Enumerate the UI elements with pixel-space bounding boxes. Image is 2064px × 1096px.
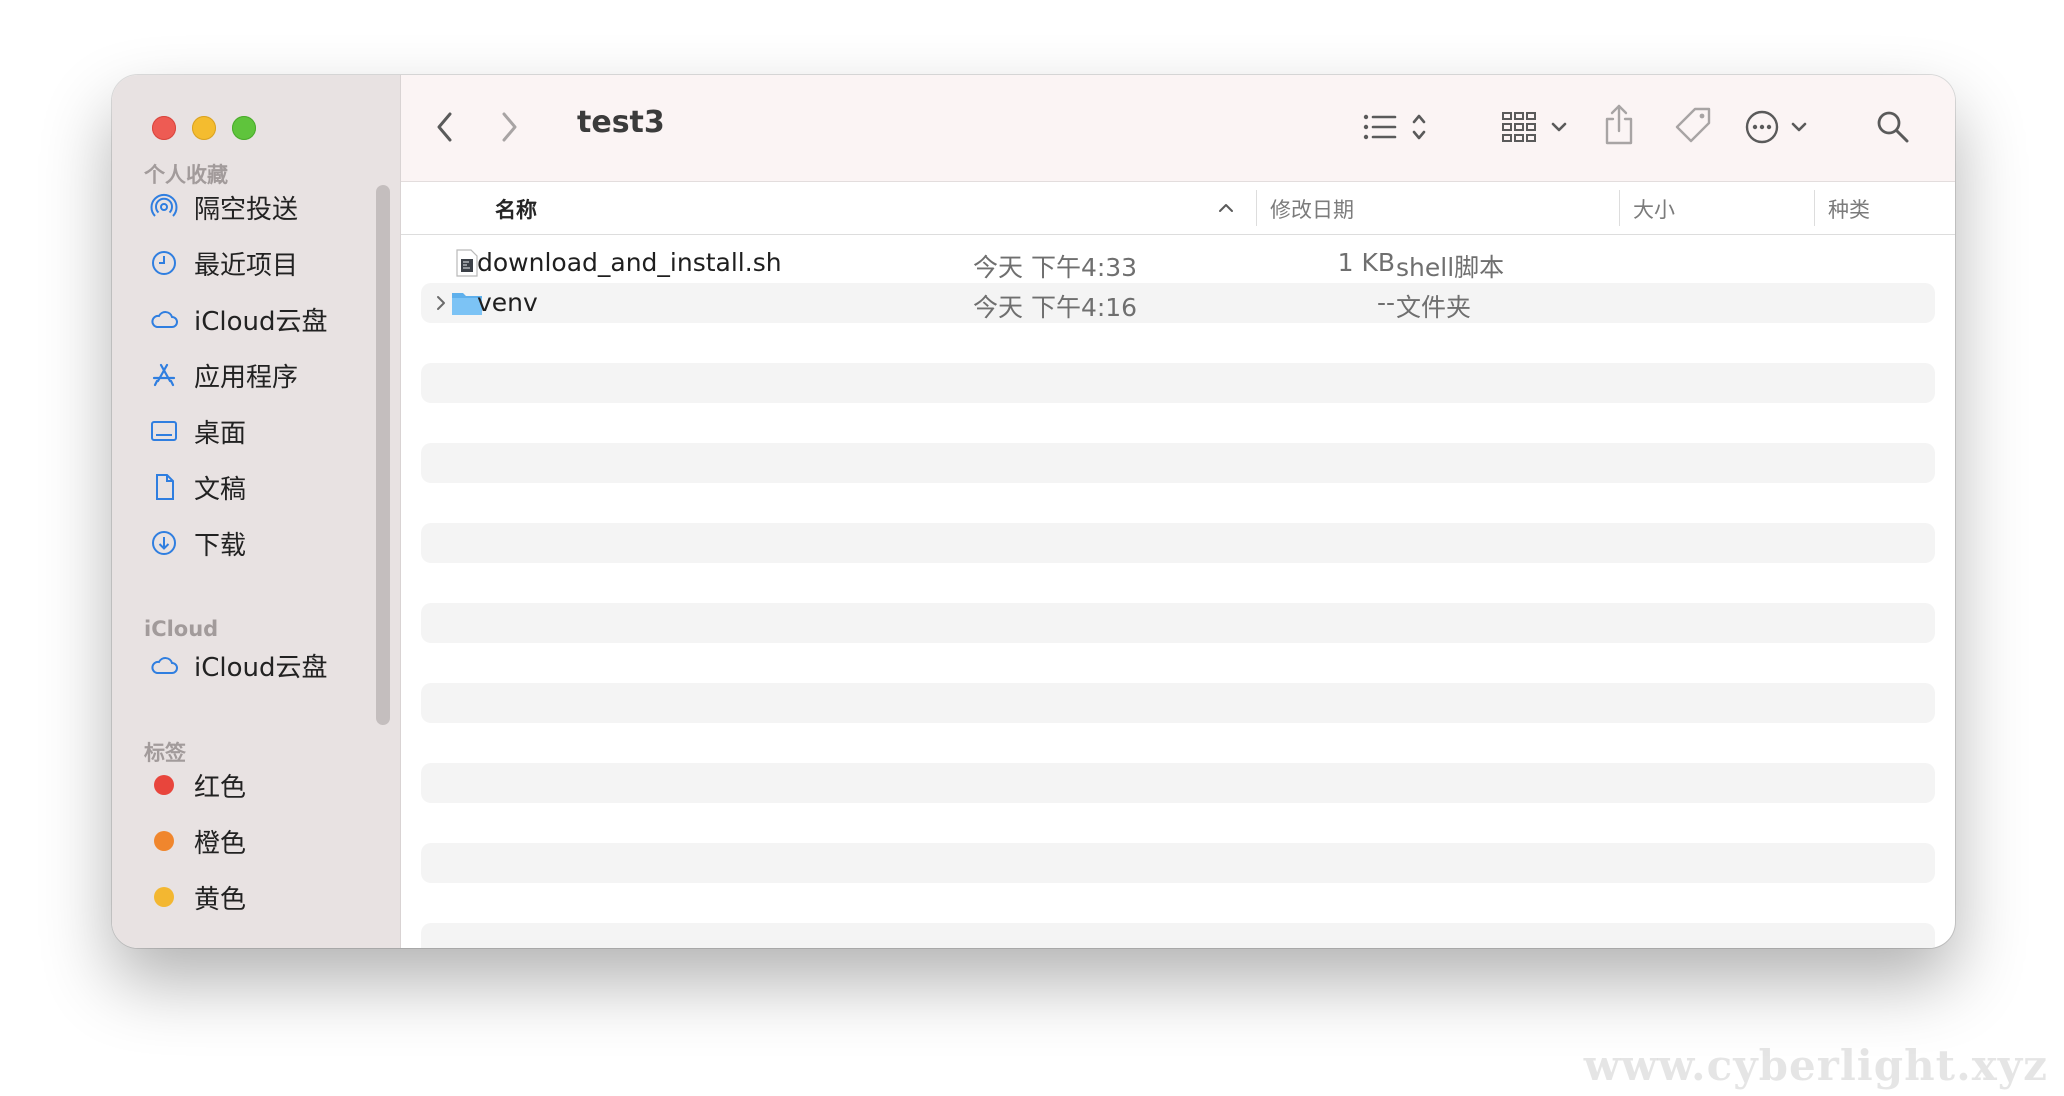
empty-row <box>421 363 1935 403</box>
sidebar-item-label: 最近项目 <box>194 250 299 281</box>
sidebar-item-label: 橙色 <box>194 828 247 859</box>
view-options-button[interactable] <box>1361 105 1437 149</box>
grid-group-icon <box>1502 112 1567 142</box>
watermark: www.cyberlight.xyz <box>1583 1041 2048 1090</box>
sidebar-item-label: 文稿 <box>194 474 247 505</box>
sidebar-item-label: iCloud云盘 <box>194 306 328 337</box>
document-icon <box>148 471 180 503</box>
cloud-icon <box>148 649 180 681</box>
column-size[interactable]: 大小 <box>1633 194 1675 224</box>
sidebar-item-label: 应用程序 <box>194 362 299 393</box>
empty-row <box>421 683 1935 723</box>
column-name[interactable]: 名称 <box>495 194 537 224</box>
window-title: test3 <box>577 105 665 140</box>
sidebar-item-icloud-drive-2[interactable]: iCloud云盘 <box>148 645 328 685</box>
sidebar-item-label: 下载 <box>194 530 247 561</box>
column-kind[interactable]: 种类 <box>1828 194 1870 224</box>
toolbar: test3 <box>401 75 1955 182</box>
file-size: -- <box>1376 288 1395 317</box>
chevron-right-icon <box>502 112 517 142</box>
empty-row <box>421 523 1935 563</box>
column-modified[interactable]: 修改日期 <box>1270 194 1354 224</box>
search-button[interactable] <box>1871 105 1915 149</box>
file-row-venv[interactable]: venv 今天 下午4:16 -- 文件夹 <box>421 283 1935 323</box>
sidebar-section-icloud: iCloud <box>144 617 219 641</box>
window-controls <box>152 116 256 140</box>
column-header: 名称 修改日期 大小 种类 <box>401 182 1955 235</box>
sidebar-section-tags: 标签 <box>144 741 186 765</box>
sidebar-section-favorites: 个人收藏 <box>144 163 228 187</box>
file-name: download_and_install.sh <box>477 248 782 277</box>
chevron-left-icon <box>437 112 452 142</box>
group-button[interactable] <box>1501 105 1579 149</box>
file-kind: 文件夹 <box>1396 293 1472 322</box>
sidebar-item-label: iCloud云盘 <box>194 652 328 683</box>
share-button[interactable] <box>1599 99 1639 151</box>
sidebar-item-recents[interactable]: 最近项目 <box>148 243 298 283</box>
cloud-icon <box>148 303 180 335</box>
file-row-download-and-install[interactable]: download_and_install.sh 今天 下午4:33 1 KB s… <box>421 243 1935 283</box>
share-icon <box>1605 104 1633 145</box>
disclosure-triangle-icon[interactable] <box>431 293 451 313</box>
close-button[interactable] <box>152 116 176 140</box>
sidebar-tag-red[interactable]: 红色 <box>148 765 246 805</box>
search-icon <box>1877 111 1909 143</box>
finder-window: 个人收藏 隔空投送 最近项目 iCloud云盘 应用程序 桌面 文稿 下载 iC… <box>112 75 1955 948</box>
sort-ascending-icon <box>1219 204 1233 212</box>
sidebar-item-label: 红色 <box>194 772 247 803</box>
sidebar-item-downloads[interactable]: 下载 <box>148 523 246 563</box>
sidebar-item-applications[interactable]: 应用程序 <box>148 355 298 395</box>
sidebar-scrollbar[interactable] <box>376 185 390 725</box>
sidebar-item-desktop[interactable]: 桌面 <box>148 411 246 451</box>
ellipsis-circle-icon <box>1745 110 1807 144</box>
file-name: venv <box>477 288 538 317</box>
zoom-button[interactable] <box>232 116 256 140</box>
minimize-button[interactable] <box>192 116 216 140</box>
app-store-icon <box>148 359 180 391</box>
empty-row <box>421 843 1935 883</box>
empty-row <box>421 443 1935 483</box>
sidebar-item-label: 隔空投送 <box>194 194 299 225</box>
more-actions-button[interactable] <box>1743 103 1817 151</box>
file-modified: 今天 下午4:33 <box>973 253 1138 282</box>
file-modified: 今天 下午4:16 <box>973 293 1138 322</box>
tag-dot-icon <box>154 831 174 851</box>
file-size: 1 KB <box>1337 248 1395 277</box>
sidebar-item-icloud-drive[interactable]: iCloud云盘 <box>148 299 328 339</box>
sidebar: 个人收藏 隔空投送 最近项目 iCloud云盘 应用程序 桌面 文稿 下载 iC… <box>112 75 401 948</box>
sidebar-item-label: 黄色 <box>194 884 247 915</box>
download-icon <box>148 527 180 559</box>
sidebar-item-documents[interactable]: 文稿 <box>148 467 246 507</box>
list-view-icon <box>1363 114 1426 140</box>
sidebar-item-label: 桌面 <box>194 418 247 449</box>
file-list: download_and_install.sh 今天 下午4:33 1 KB s… <box>401 235 1955 948</box>
airdrop-icon <box>148 191 180 223</box>
back-button[interactable] <box>427 105 463 149</box>
tag-button[interactable] <box>1671 101 1717 151</box>
shell-script-icon <box>456 249 478 277</box>
empty-row <box>421 763 1935 803</box>
tag-icon <box>1675 107 1711 143</box>
tag-dot-icon <box>154 887 174 907</box>
sidebar-tag-yellow[interactable]: 黄色 <box>148 877 246 917</box>
empty-row <box>421 603 1935 643</box>
sidebar-tag-orange[interactable]: 橙色 <box>148 821 246 861</box>
sidebar-item-airdrop[interactable]: 隔空投送 <box>148 187 298 227</box>
desktop-icon <box>148 415 180 447</box>
forward-button[interactable] <box>491 105 527 149</box>
file-kind: shell脚本 <box>1396 253 1505 282</box>
empty-row <box>421 923 1935 948</box>
tag-dot-icon <box>154 775 174 795</box>
clock-icon <box>148 247 180 279</box>
